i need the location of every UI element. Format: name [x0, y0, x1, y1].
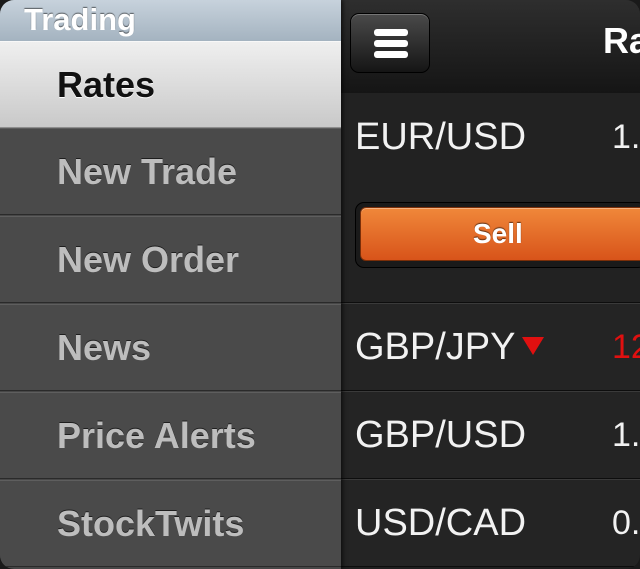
sidebar-item-label: Price Alerts: [57, 415, 256, 456]
rate-price: 0.: [612, 504, 640, 542]
currency-pair-label: GBP/JPY: [355, 304, 544, 390]
sidebar-item-new-order[interactable]: New Order: [0, 216, 341, 303]
currency-pair-label: EUR/USD: [355, 116, 527, 158]
rate-row[interactable]: GBP/USD 1.: [341, 391, 640, 479]
app-screen: Trading Rates New Trade New Order News P…: [0, 0, 640, 569]
rate-row[interactable]: USD/CAD 0.: [341, 479, 640, 567]
sidebar-item-new-trade[interactable]: New Trade: [0, 128, 341, 215]
sidebar-item-label: StockTwits: [57, 503, 245, 544]
nav-bar: Ra: [341, 0, 640, 94]
down-arrow-icon: [521, 337, 544, 355]
currency-pair-label: GBP/USD: [355, 414, 527, 456]
rate-row[interactable]: GBP/JPY 12: [341, 303, 640, 391]
sell-button[interactable]: Sell: [360, 207, 640, 261]
sidebar-menu: Trading Rates New Trade New Order News P…: [0, 0, 341, 569]
rates-panel: Ra EUR/USD 1. Sell GBP/JPY 12 GBP/USD 1.…: [341, 0, 640, 569]
sidebar-item-label: News: [57, 327, 152, 368]
menu-toggle-button[interactable]: [350, 13, 430, 73]
sidebar-item-label: New Order: [57, 239, 240, 280]
sell-button-frame: Sell: [355, 202, 640, 268]
section-header-trading: Trading: [0, 0, 341, 42]
sidebar-item-news[interactable]: News: [0, 304, 341, 391]
rate-price: 12: [612, 328, 640, 366]
rate-price: 1.: [612, 416, 640, 454]
page-title: Ra: [603, 20, 640, 61]
sidebar-item-label: Rates: [57, 64, 156, 105]
sidebar-item-rates[interactable]: Rates: [0, 41, 341, 128]
section-header-label: Trading: [24, 2, 136, 37]
sidebar-item-label: New Trade: [57, 151, 238, 192]
sidebar-item-price-alerts[interactable]: Price Alerts: [0, 392, 341, 479]
currency-pair-label: USD/CAD: [355, 502, 527, 544]
sell-button-label: Sell: [473, 218, 523, 249]
rate-row-expanded[interactable]: EUR/USD 1.: [341, 93, 640, 303]
rate-price: 1.: [612, 118, 640, 156]
sidebar-item-stocktwits[interactable]: StockTwits: [0, 480, 341, 567]
